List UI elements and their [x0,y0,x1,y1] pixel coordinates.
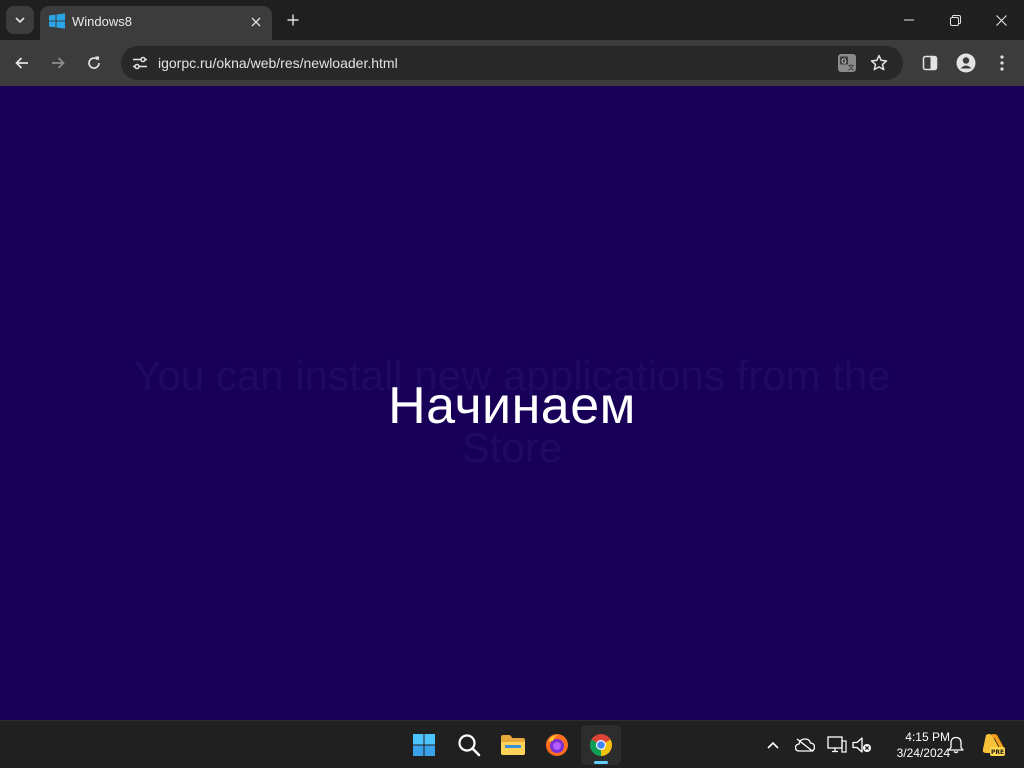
minimize-button[interactable] [886,0,932,40]
page-viewport: You can install new applications from th… [0,86,1024,720]
translate-button[interactable]: G 文 [835,51,859,75]
more-vertical-icon [1000,55,1004,71]
clock-date: 3/24/2024 [896,746,950,760]
close-icon [251,17,261,27]
tab-strip: Windows8 [0,0,1024,40]
firefox-icon [546,734,568,756]
address-bar[interactable]: igorpc.ru/okna/web/res/newloader.html G … [121,46,903,80]
show-hidden-icons-button[interactable] [761,733,785,757]
arrow-left-icon [15,57,28,69]
translate-icon: G 文 [838,54,856,72]
side-panel-icon [922,55,938,71]
search-icon [458,734,481,757]
active-app-indicator [594,761,608,764]
back-button[interactable] [6,47,38,79]
chevron-up-icon [767,741,779,749]
start-button[interactable] [404,725,444,765]
file-explorer-button[interactable] [493,725,533,765]
notifications-button[interactable] [944,733,968,757]
close-icon [995,14,1007,26]
chevron-down-icon [15,17,25,24]
browser-toolbar: igorpc.ru/okna/web/res/newloader.html G … [0,40,1024,86]
menu-button[interactable] [986,47,1018,79]
network-icon [827,736,847,753]
cloud-off-icon [795,738,815,752]
restore-button[interactable] [932,0,978,40]
faded-footer-text [0,654,1024,668]
copilot-preview-icon: PRE [982,734,1005,756]
taskbar-clock[interactable]: 4:15 PM 3/24/2024 [870,729,950,761]
bell-icon [948,736,964,754]
clock-time: 4:15 PM [905,730,950,744]
minimize-icon [904,19,914,21]
plus-icon [287,14,299,26]
side-panel-button[interactable] [914,47,946,79]
new-tab-button[interactable] [280,7,306,33]
volume-muted-icon [852,737,871,753]
svg-text:文: 文 [848,63,855,72]
star-icon [870,54,888,71]
tab-title: Windows8 [72,14,132,29]
taskbar-search-button[interactable] [449,725,489,765]
bookmark-button[interactable] [867,51,891,75]
tab-close-button[interactable] [246,12,266,32]
site-info-button[interactable] [127,50,153,76]
arrow-right-icon [52,57,65,69]
page-title: Начинаем [388,377,636,435]
firefox-button[interactable] [537,725,577,765]
url-text: igorpc.ru/okna/web/res/newloader.html [158,55,398,71]
svg-text:G: G [841,57,846,65]
chrome-button[interactable] [581,725,621,765]
reload-button[interactable] [78,47,110,79]
taskbar: 4:15 PM 3/24/2024 PRE [0,720,1024,768]
profile-icon [956,53,976,73]
tune-icon [133,56,147,70]
close-window-button[interactable] [978,0,1024,40]
profile-button[interactable] [950,47,982,79]
tab-windows8[interactable]: Windows8 [40,6,272,40]
folder-icon [501,735,525,755]
windows-start-icon [413,734,435,756]
network-tray-button[interactable] [825,733,849,757]
svg-text:PRE: PRE [991,749,1004,756]
tab-search-button[interactable] [6,6,34,34]
copilot-preview-button[interactable]: PRE [979,733,1007,757]
forward-button[interactable] [42,47,74,79]
reload-icon [88,56,100,69]
onedrive-tray-button[interactable] [793,733,817,757]
windows-logo-icon [49,13,65,29]
restore-icon [949,14,961,26]
chrome-icon [590,734,612,756]
